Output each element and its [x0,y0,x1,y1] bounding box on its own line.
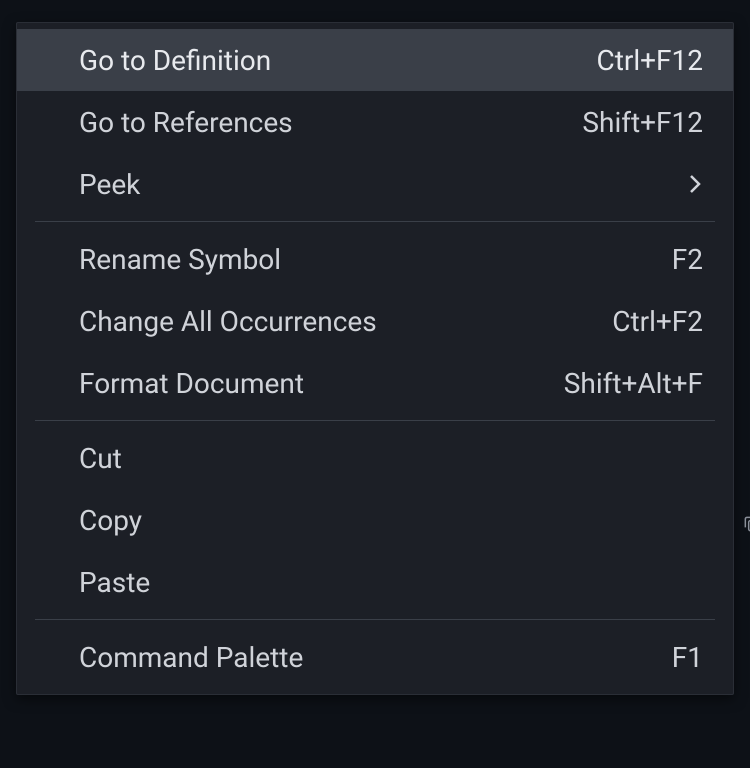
menu-item-shortcut: Ctrl+F2 [612,305,703,338]
menu-item-shortcut: Shift+Alt+F [564,367,703,400]
menu-item-label: Command Palette [79,641,672,674]
menu-item-cut[interactable]: Cut [17,427,733,489]
menu-item-go-to-definition[interactable]: Go to Definition Ctrl+F12 [17,29,733,91]
menu-item-label: Rename Symbol [79,243,672,276]
menu-item-copy[interactable]: Copy [17,489,733,551]
menu-item-go-to-references[interactable]: Go to References Shift+F12 [17,91,733,153]
menu-item-label: Cut [79,442,703,475]
menu-item-shortcut: Ctrl+F12 [596,44,703,77]
menu-item-label: Go to Definition [79,44,596,77]
context-menu: Go to Definition Ctrl+F12 Go to Referenc… [16,22,734,695]
menu-separator [35,420,715,421]
menu-item-shortcut: F1 [672,641,703,674]
menu-item-change-all-occurrences[interactable]: Change All Occurrences Ctrl+F2 [17,290,733,352]
menu-item-label: Copy [79,504,703,537]
menu-item-label: Change All Occurrences [79,305,612,338]
menu-item-rename-symbol[interactable]: Rename Symbol F2 [17,228,733,290]
menu-item-peek[interactable]: Peek [17,153,733,215]
menu-item-format-document[interactable]: Format Document Shift+Alt+F [17,352,733,414]
chevron-right-icon [683,172,707,196]
menu-item-paste[interactable]: Paste [17,551,733,613]
copy-icon [730,504,750,544]
menu-separator [35,221,715,222]
menu-separator [35,619,715,620]
menu-item-label: Format Document [79,367,564,400]
menu-item-shortcut: Shift+F12 [582,106,703,139]
menu-item-shortcut: F2 [672,243,703,276]
menu-item-label: Go to References [79,106,582,139]
menu-item-command-palette[interactable]: Command Palette F1 [17,626,733,688]
menu-item-label: Peek [79,168,683,201]
menu-item-label: Paste [79,566,703,599]
